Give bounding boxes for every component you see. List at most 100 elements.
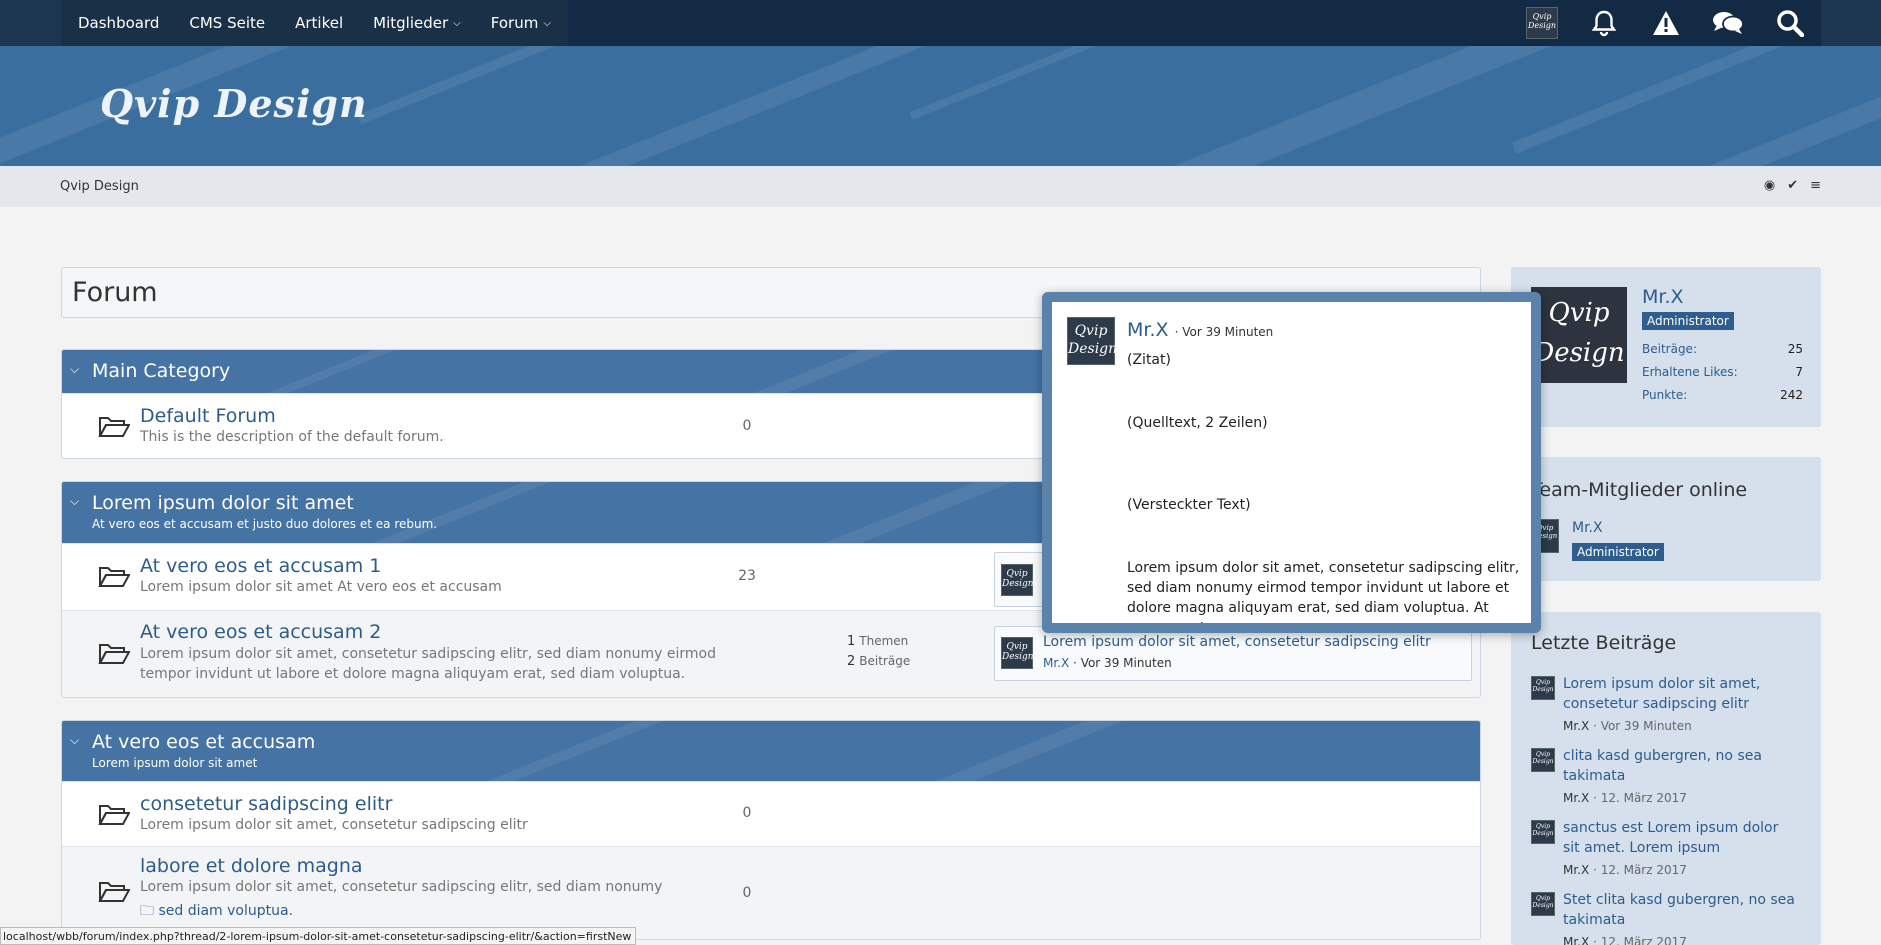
nav-label: Mitglieder: [373, 14, 449, 32]
search-icon: [1777, 10, 1804, 37]
category-name[interactable]: Lorem ipsum dolor sit amet: [92, 492, 354, 514]
team-member-name[interactable]: Mr.X: [1572, 520, 1603, 536]
popup-content: Qvip Design Mr.X · Vor 39 Minuten (Zitat)…: [1052, 302, 1531, 623]
user-menu-button[interactable]: Qvip Design: [1511, 0, 1573, 46]
threads-label: Themen: [859, 634, 909, 648]
avatar[interactable]: Qvip Design: [1067, 317, 1117, 365]
moderation-button[interactable]: [1635, 0, 1697, 46]
bell-icon: [1591, 10, 1617, 37]
stat-value: 242: [1780, 388, 1803, 402]
page-tools: ◉ ✔ ≡: [1764, 178, 1821, 193]
notifications-button[interactable]: [1573, 0, 1635, 46]
nav-cms-seite[interactable]: CMS Seite: [174, 0, 280, 46]
last-post-meta: Mr.X · Vor 39 Minuten: [1043, 656, 1172, 670]
board-row[interactable]: consetetur sadipscing elitr Lorem ipsum …: [62, 781, 1480, 846]
popup-time: · Vor 39 Minuten: [1174, 325, 1274, 339]
quote-placeholder: (Zitat): [1127, 352, 1171, 368]
board-count: 0: [742, 885, 752, 901]
board-count: 0: [742, 418, 752, 434]
top-bar: Dashboard CMS Seite Artikel Mitglieder ⌵ …: [0, 0, 1881, 46]
team-online-box: Team-Mitglieder online Qvip Design Mr.X A…: [1511, 457, 1821, 581]
last-post-user[interactable]: Mr.X: [1043, 656, 1069, 670]
rss-icon[interactable]: ≡: [1810, 178, 1821, 193]
board-description: Lorem ipsum dolor sit amet, consetetur s…: [140, 817, 528, 833]
site-logo[interactable]: Qvip Design: [100, 81, 368, 126]
user-profile-box: Qvip Design Mr.X Administrator Beiträge: 2…: [1511, 267, 1821, 427]
subforum-link[interactable]: 🗀 sed diam voluptua.: [140, 900, 293, 924]
board-title[interactable]: labore et dolore magna: [140, 855, 363, 877]
board-title[interactable]: Default Forum: [140, 405, 276, 427]
stat-label: Beiträge:: [1642, 342, 1697, 356]
category-name[interactable]: Main Category: [92, 360, 230, 382]
last-post-time: Vor 39 Minuten: [1080, 656, 1172, 670]
popup-author: Mr.X · Vor 39 Minuten: [1127, 319, 1273, 341]
profile-stat: Beiträge: 25: [1642, 342, 1803, 356]
latest-post-title[interactable]: clita kasd gubergren, no sea takimata: [1563, 746, 1798, 786]
nav-dashboard[interactable]: Dashboard: [63, 0, 174, 46]
avatar[interactable]: Qvip Design: [1001, 637, 1034, 669]
post-user[interactable]: Mr.X: [1563, 791, 1589, 805]
post-time: 12. März 2017: [1600, 791, 1687, 805]
nav-forum[interactable]: Forum ⌵: [476, 0, 566, 46]
post-user[interactable]: Mr.X: [1563, 935, 1589, 945]
conversations-button[interactable]: [1697, 0, 1759, 46]
post-time: Vor 39 Minuten: [1600, 719, 1692, 733]
avatar: Qvip Design: [1531, 676, 1555, 700]
collapse-icon[interactable]: ⌵: [70, 362, 79, 377]
last-post-preview: Qvip Design Lorem ipsum dolor sit amet, c…: [994, 626, 1472, 681]
category-name[interactable]: At vero eos et accusam: [92, 731, 315, 753]
search-button[interactable]: [1759, 0, 1821, 46]
post-user[interactable]: Mr.X: [1563, 863, 1589, 877]
folder-small-icon: 🗀: [140, 903, 159, 919]
posts-count: 2: [847, 654, 856, 669]
nav-artikel[interactable]: Artikel: [280, 0, 358, 46]
latest-post-meta: Mr.X · 12. März 2017: [1563, 935, 1687, 945]
threads-count: 1: [847, 634, 856, 649]
board-row[interactable]: labore et dolore magna Lorem ipsum dolor…: [62, 846, 1480, 939]
profile-name[interactable]: Mr.X: [1642, 286, 1684, 308]
avatar: Qvip Design: [1531, 748, 1555, 772]
collapse-icon[interactable]: ⌵: [70, 494, 79, 509]
collapse-icon[interactable]: ⌵: [70, 733, 79, 748]
profile-stat: Punkte: 242: [1642, 388, 1803, 402]
post-time: 12. März 2017: [1600, 935, 1687, 945]
user-avatar: Qvip Design: [1526, 7, 1558, 39]
browser-status-url: localhost/wbb/forum/index.php?thread/2-l…: [0, 927, 637, 945]
section-heading: Letzte Beiträge: [1531, 632, 1677, 654]
threads-stat: 1 Themen: [847, 634, 908, 649]
board-title[interactable]: At vero eos et accusam 1: [140, 555, 381, 577]
latest-post-title[interactable]: Stet clita kasd gubergren, no sea takima…: [1563, 890, 1798, 930]
board-description: This is the description of the default f…: [140, 429, 444, 445]
folder-icon: [98, 644, 130, 664]
stat-label: Erhaltene Likes:: [1642, 365, 1738, 379]
folder-icon: [98, 805, 130, 825]
stat-label: Punkte:: [1642, 388, 1688, 402]
latest-post-meta: Mr.X · Vor 39 Minuten: [1563, 719, 1692, 733]
avatar: Qvip Design: [1531, 892, 1555, 916]
team-member-rank: Administrator: [1572, 543, 1664, 561]
header-banner: Qvip Design: [0, 46, 1881, 166]
nav-label: Dashboard: [78, 14, 160, 32]
popup-user[interactable]: Mr.X: [1127, 319, 1169, 341]
board-description: Lorem ipsum dolor sit amet, consetetur s…: [140, 879, 663, 895]
hide-icon[interactable]: ◉: [1764, 178, 1775, 193]
board-title[interactable]: consetetur sadipscing elitr: [140, 793, 392, 815]
category-description: Lorem ipsum dolor sit amet: [92, 756, 258, 770]
check-icon[interactable]: ✔: [1787, 178, 1798, 193]
subforum-label: sed diam voluptua.: [158, 903, 294, 919]
profile-rank-badge: Administrator: [1642, 312, 1734, 330]
avatar: Qvip Design: [1531, 820, 1555, 844]
breadcrumb-root[interactable]: Qvip Design: [60, 179, 139, 194]
nav-mitglieder[interactable]: Mitglieder ⌵: [358, 0, 476, 46]
profile-avatar[interactable]: Qvip Design: [1531, 287, 1627, 383]
board-title[interactable]: At vero eos et accusam 2: [140, 621, 381, 643]
last-post-title[interactable]: Lorem ipsum dolor sit amet, consetetur s…: [1043, 634, 1431, 650]
latest-post-title[interactable]: sanctus est Lorem ipsum dolor sit amet. …: [1563, 818, 1798, 858]
latest-post-title[interactable]: Lorem ipsum dolor sit amet, consetetur s…: [1563, 674, 1798, 714]
stat-value: 7: [1795, 365, 1803, 379]
category-description: At vero eos et accusam et justo duo dolo…: [92, 517, 438, 531]
code-placeholder: (Quelltext, 2 Zeilen): [1127, 415, 1268, 431]
board-description: Lorem ipsum dolor sit amet, consetetur s…: [140, 646, 716, 682]
posts-label: Beiträge: [859, 654, 911, 668]
post-user[interactable]: Mr.X: [1563, 719, 1589, 733]
